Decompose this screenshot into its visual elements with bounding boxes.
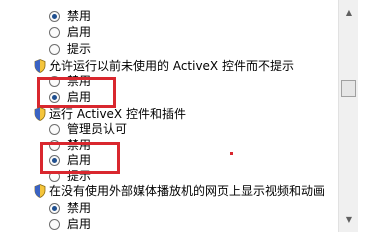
category-media-player: 在没有使用外部媒体播放机的网页上显示视频和动画	[0, 183, 338, 200]
option-admin-approved[interactable]: 管理员认可	[49, 121, 189, 138]
label-disable-1: 禁用	[67, 9, 92, 23]
option-disable-4[interactable]: 禁用	[49, 200, 169, 217]
label-prompt-1: 提示	[67, 42, 92, 56]
shield-settings-icon	[34, 107, 46, 121]
vertical-scrollbar[interactable]: ▲ ▼	[338, 0, 358, 232]
highlight-box-2	[40, 142, 120, 174]
highlight-box-1	[37, 77, 116, 108]
settings-list: 禁用 启用 提示 允许运行以前未使用的 ActiveX 控件而不提示 禁用 启用…	[0, 0, 338, 232]
label-disable-4: 禁用	[67, 201, 92, 215]
label-enable-1: 启用	[67, 25, 92, 39]
scroll-down-icon[interactable]: ▼	[340, 211, 358, 228]
category-media-player-title: 在没有使用外部媒体播放机的网页上显示视频和动画	[49, 184, 326, 198]
option-prompt-1[interactable]: 提示	[49, 41, 169, 58]
radio-prompt-1[interactable]	[49, 44, 60, 55]
scroll-up-icon[interactable]: ▲	[340, 4, 358, 21]
radio-disable-1[interactable]	[49, 11, 60, 22]
option-enable-4[interactable]: 启用	[49, 216, 169, 233]
radio-admin-approved[interactable]	[49, 124, 60, 135]
highlight-dot	[230, 152, 233, 155]
option-disable-1[interactable]: 禁用	[49, 8, 169, 25]
radio-enable-1[interactable]	[49, 27, 60, 38]
radio-disable-4[interactable]	[49, 203, 60, 214]
option-enable-1[interactable]: 启用	[49, 24, 169, 41]
right-margin	[358, 0, 377, 232]
shield-settings-icon	[34, 59, 46, 73]
scroll-thumb[interactable]	[341, 80, 356, 97]
shield-settings-icon	[34, 184, 46, 198]
label-enable-4: 启用	[67, 217, 92, 231]
radio-enable-4[interactable]	[49, 219, 60, 230]
label-admin-approved: 管理员认可	[67, 122, 128, 136]
